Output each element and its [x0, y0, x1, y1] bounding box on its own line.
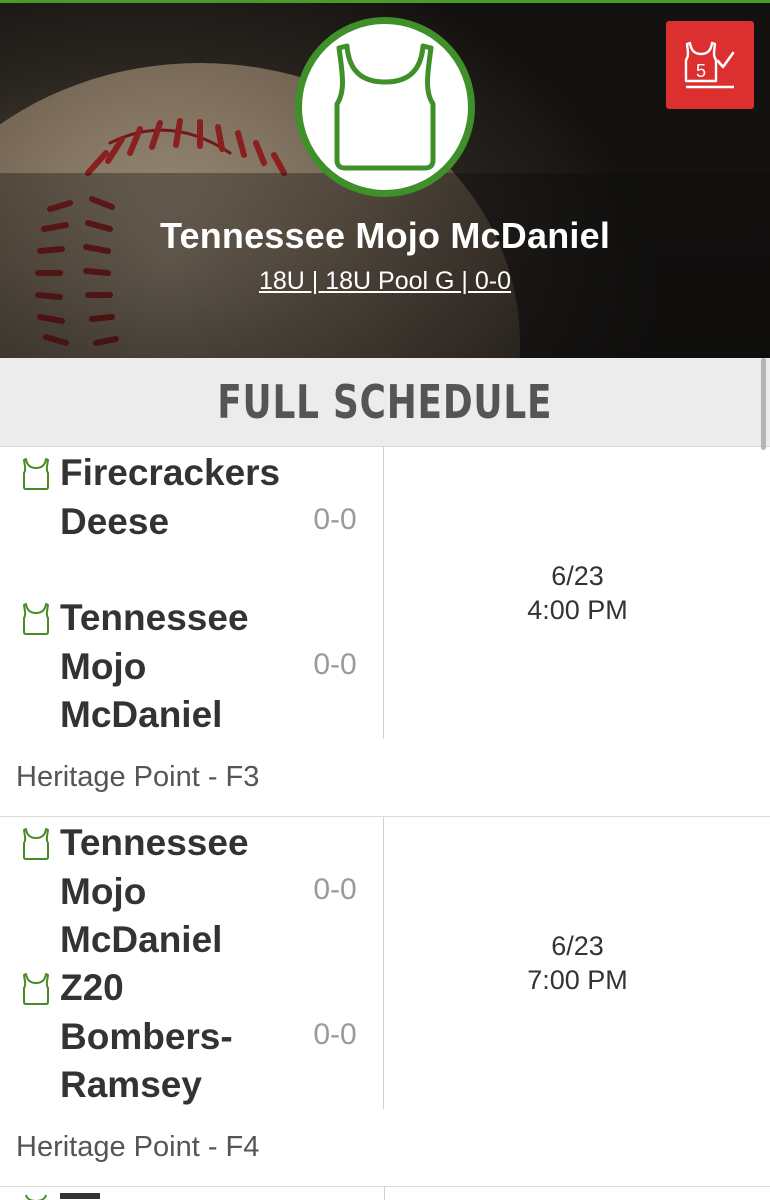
- game-card[interactable]: Firecrackers Deese 0-0 Tennessee Mojo Mc…: [0, 447, 770, 817]
- team-header: Tennessee Mojo McDaniel 18U | 18U Pool G…: [0, 0, 770, 358]
- game-date: 6/23: [551, 931, 604, 961]
- team-record: 0-0: [313, 648, 357, 681]
- team-row[interactable]: Z20 Bombers-Ramsey 0-0: [0, 962, 383, 1107]
- game-card[interactable]: Tennessee Mojo McDaniel 0-0 Z20 Bombers-…: [0, 817, 770, 1187]
- jersey-icon: [23, 603, 49, 635]
- follow-team-button[interactable]: 5: [666, 21, 754, 109]
- game-teams: Firecrackers Deese 0-0 Tennessee Mojo Mc…: [0, 447, 384, 739]
- next-game-card[interactable]: [0, 1187, 770, 1200]
- jersey-icon: [23, 458, 49, 490]
- team-name[interactable]: Tennessee Mojo McDaniel: [60, 819, 249, 965]
- game-time: 4:00 PM: [527, 595, 628, 625]
- team-record: 0-0: [313, 1018, 357, 1051]
- game-time: 7:00 PM: [527, 965, 628, 995]
- team-row[interactable]: Firecrackers Deese 0-0: [0, 447, 383, 592]
- game-venue[interactable]: Heritage Point - F4: [16, 1131, 259, 1164]
- team-name[interactable]: Firecrackers Deese: [60, 449, 280, 546]
- team-name: Tennessee Mojo McDaniel: [159, 215, 611, 256]
- team-logo: [295, 17, 475, 197]
- team-name[interactable]: Tennessee Mojo McDaniel: [60, 594, 249, 740]
- team-subtitle[interactable]: 18U | 18U Pool G | 0-0: [0, 267, 770, 296]
- jersey-icon: [334, 43, 436, 171]
- jersey-icon: [23, 973, 49, 1005]
- jersey-checklist-icon: 5: [684, 41, 735, 89]
- team-record: 0-0: [313, 873, 357, 906]
- team-name[interactable]: Z20 Bombers-Ramsey: [60, 964, 233, 1110]
- team-row[interactable]: Tennessee Mojo McDaniel 0-0: [0, 817, 383, 962]
- jersey-icon: [23, 828, 49, 860]
- badge-count: 5: [696, 61, 706, 81]
- section-title: FULL SCHEDULE: [0, 358, 770, 447]
- game-teams: Tennessee Mojo McDaniel 0-0 Z20 Bombers-…: [0, 817, 384, 1109]
- team-record: 0-0: [313, 503, 357, 536]
- jersey-icon: [25, 1194, 47, 1200]
- game-venue[interactable]: Heritage Point - F3: [16, 761, 259, 794]
- game-date: 6/23: [551, 561, 604, 591]
- team-row[interactable]: Tennessee Mojo McDaniel 0-0: [0, 592, 383, 737]
- scrollbar[interactable]: [761, 358, 766, 450]
- game-datetime: 6/23 7:00 PM: [385, 929, 770, 997]
- game-datetime: 6/23 4:00 PM: [385, 559, 770, 627]
